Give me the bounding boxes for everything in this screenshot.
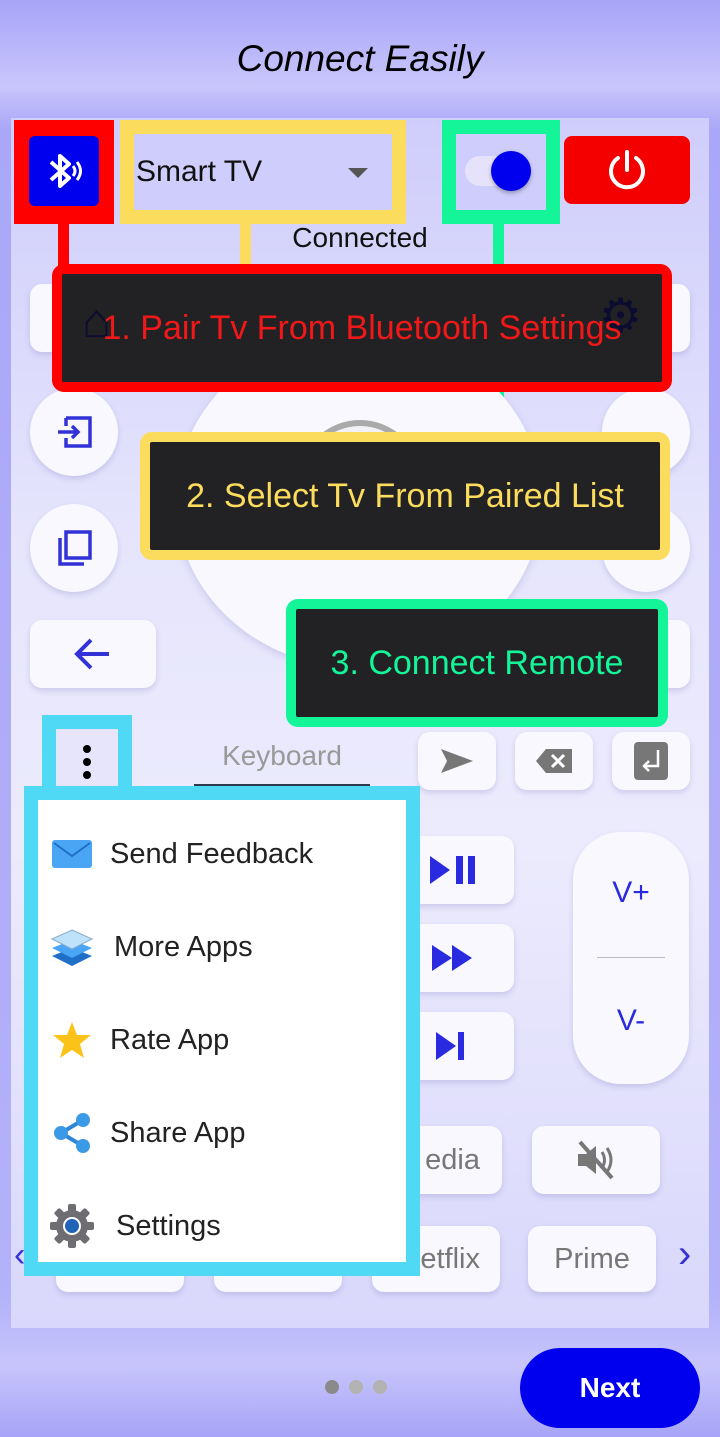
backspace-button[interactable] xyxy=(515,732,593,790)
toggle-knob xyxy=(491,151,531,191)
page-indicator xyxy=(320,1380,392,1394)
share-icon xyxy=(48,1109,96,1157)
overflow-menu: Send Feedback More Apps Rate App Share A… xyxy=(24,786,420,1276)
send-button[interactable] xyxy=(418,732,496,790)
play-pause-icon xyxy=(430,856,475,884)
next-button[interactable]: Next xyxy=(520,1348,700,1428)
menu-item-settings[interactable]: Settings xyxy=(48,1202,221,1250)
page-dot-3 xyxy=(373,1380,387,1394)
multiview-button[interactable] xyxy=(30,504,118,592)
step-1-text: 1. Pair Tv From Bluetooth Settings xyxy=(102,308,622,347)
step-3-callout: 3. Connect Remote xyxy=(286,599,668,727)
step-2-text: 2. Select Tv From Paired List xyxy=(186,476,624,515)
step-1-callout: ⌂ ⚙ 1. Pair Tv From Bluetooth Settings xyxy=(52,264,672,392)
star-icon xyxy=(48,1016,96,1064)
mail-icon xyxy=(48,830,96,878)
tv-select-value: Smart TV xyxy=(136,155,263,188)
backspace-icon xyxy=(536,749,572,773)
step-2-callout: 2. Select Tv From Paired List xyxy=(140,432,670,560)
bluetooth-icon xyxy=(49,154,82,188)
kebab-icon xyxy=(83,745,91,779)
back-button[interactable] xyxy=(30,620,156,688)
page-title: Connect Easily xyxy=(236,38,484,79)
skip-next-icon xyxy=(436,1032,464,1060)
fast-forward-icon xyxy=(432,945,472,971)
apps-scroll-right[interactable]: › xyxy=(678,1232,691,1277)
volume-divider xyxy=(597,957,665,958)
connect-toggle[interactable] xyxy=(465,151,531,191)
tv-select[interactable]: Smart TV xyxy=(134,134,392,210)
menu-item-more-apps[interactable]: More Apps xyxy=(48,923,253,971)
input-source-button[interactable] xyxy=(30,388,118,476)
gear-icon xyxy=(48,1202,96,1250)
keyboard-input[interactable]: Keyboard xyxy=(194,740,370,786)
volume-up-button[interactable]: V+ xyxy=(573,876,689,910)
next-button-label: Next xyxy=(579,1372,641,1403)
chevron-down-icon xyxy=(348,168,368,178)
step-3-text: 3. Connect Remote xyxy=(330,643,624,682)
copy-icon xyxy=(58,530,92,566)
power-button[interactable] xyxy=(564,136,690,204)
page-dot-2 xyxy=(349,1380,363,1394)
layers-icon xyxy=(48,923,96,971)
prime-button[interactable]: Prime xyxy=(528,1226,656,1292)
input-icon xyxy=(58,416,92,448)
connection-status: Connected xyxy=(292,222,428,253)
bluetooth-button[interactable] xyxy=(29,136,99,206)
mute-button[interactable] xyxy=(532,1126,660,1194)
page-dot-1 xyxy=(325,1380,339,1394)
enter-icon xyxy=(634,742,668,780)
volume-rocker: V+ V- xyxy=(573,832,689,1084)
volume-down-button[interactable]: V- xyxy=(573,1004,689,1038)
menu-item-rate-app[interactable]: Rate App xyxy=(48,1016,229,1064)
menu-item-share-app[interactable]: Share App xyxy=(48,1109,245,1157)
power-icon xyxy=(609,150,645,190)
mute-icon xyxy=(578,1140,614,1180)
enter-button[interactable] xyxy=(612,732,690,790)
arrow-left-icon xyxy=(74,638,109,670)
send-icon xyxy=(441,749,473,773)
menu-item-send-feedback[interactable]: Send Feedback xyxy=(48,830,313,878)
